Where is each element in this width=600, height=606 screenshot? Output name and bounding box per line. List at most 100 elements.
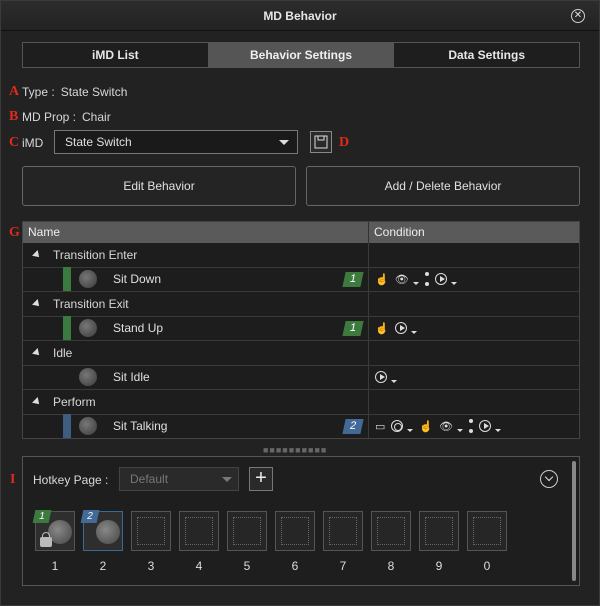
hotkey-slot-6[interactable] (275, 511, 315, 551)
group-row-perform[interactable]: Perform (23, 390, 579, 415)
slot-number: 8 (387, 559, 395, 573)
edit-behavior-button[interactable]: Edit Behavior (22, 166, 296, 206)
hand-icon[interactable]: ☝ (375, 322, 389, 335)
marker-g: G (9, 225, 20, 240)
behavior-avatar-icon (96, 520, 120, 544)
slot-number: 7 (339, 559, 347, 573)
md-prop-value: Chair (82, 110, 111, 124)
eye-icon[interactable]: 👁 (395, 273, 419, 286)
behavior-avatar-icon (79, 368, 97, 387)
table-row[interactable]: Sit Idle (23, 365, 579, 390)
chevron-down-icon (412, 281, 419, 285)
group-row-transition-enter[interactable]: Transition Enter (23, 243, 579, 268)
behavior-table: Name Condition Transition Enter Sit Down… (22, 221, 580, 439)
eye-icon[interactable]: 👁 (439, 420, 464, 433)
hotkey-slot-5[interactable] (227, 511, 267, 551)
hand-icon[interactable]: ☝ (419, 420, 433, 433)
chevron-down-icon (222, 477, 232, 482)
play-icon (394, 322, 407, 335)
collapse-triangle-icon[interactable] (32, 249, 42, 260)
play-dropdown[interactable] (375, 371, 397, 384)
play-dropdown[interactable] (434, 273, 457, 286)
chevron-down-icon (410, 330, 417, 334)
tab-data-settings[interactable]: Data Settings (394, 43, 580, 67)
hotkey-slot-4[interactable] (179, 511, 219, 551)
slot-number: 5 (243, 559, 251, 573)
status-stripe (63, 414, 71, 438)
play-icon (479, 420, 492, 433)
table-row[interactable]: Sit Talking 2 ▭ ☝ 👁 (23, 414, 579, 438)
md-prop-label: MD Prop : (22, 110, 77, 124)
marker-b: B (9, 109, 19, 124)
md-behavior-window: MD Behavior ✕ iMD List Behavior Settings… (0, 0, 600, 606)
group-label: Perform (53, 394, 96, 409)
group-row-transition-exit[interactable]: Transition Exit (23, 292, 579, 317)
add-hotkey-page-button[interactable]: + (249, 467, 273, 491)
save-icon (314, 135, 328, 149)
play-dropdown[interactable] (479, 420, 502, 433)
hotkey-badge: 1 (342, 320, 364, 336)
hotkey-badge: 1 (342, 271, 364, 287)
behavior-avatar-icon (79, 319, 97, 338)
table-row[interactable]: Sit Down 1 ☝ 👁 (23, 267, 579, 292)
tab-imd-list[interactable]: iMD List (23, 43, 209, 67)
hotkey-slot-0[interactable] (467, 511, 507, 551)
imd-dropdown[interactable]: State Switch (54, 130, 298, 154)
group-label: Transition Exit (53, 296, 129, 311)
dots-icon[interactable] (469, 419, 474, 434)
play-dropdown[interactable] (394, 322, 417, 335)
hotkey-page-dropdown[interactable]: Default (119, 467, 239, 491)
target-dropdown[interactable] (391, 420, 414, 433)
md-prop-row: MD Prop : Chair (22, 110, 111, 124)
behavior-name: Sit Talking (113, 419, 168, 434)
hotkey-slot-9[interactable] (419, 511, 459, 551)
tab-behavior-settings[interactable]: Behavior Settings (208, 43, 395, 67)
table-row[interactable]: Stand Up 1 ☝ (23, 316, 579, 341)
add-delete-behavior-button[interactable]: Add / Delete Behavior (306, 166, 580, 206)
status-stripe (63, 267, 71, 292)
lock-icon (40, 532, 52, 547)
hotkey-slot-1[interactable]: 1 (32, 510, 75, 551)
collapse-triangle-icon[interactable] (32, 347, 42, 358)
chevron-down-icon (450, 281, 457, 285)
scrollbar[interactable] (572, 461, 576, 581)
hand-icon[interactable]: ☝ (375, 273, 389, 286)
slot-number: 3 (147, 559, 155, 573)
play-icon (434, 273, 447, 286)
slot-number: 2 (99, 559, 107, 573)
dots-icon[interactable] (424, 272, 429, 287)
chevron-down-icon (407, 428, 414, 432)
expand-chevron-icon[interactable] (540, 470, 558, 488)
status-stripe (63, 316, 71, 341)
window-title: MD Behavior (1, 1, 599, 31)
slot-number: 0 (483, 559, 491, 573)
save-button[interactable] (310, 131, 332, 153)
hotkey-slot-8[interactable] (371, 511, 411, 551)
hotkey-panel: Hotkey Page : Default + 1 2 1 2 3 4 5 6 (22, 456, 580, 586)
chevron-down-icon (279, 140, 289, 145)
slot-number: 6 (291, 559, 299, 573)
group-row-idle[interactable]: Idle (23, 341, 579, 366)
hotkey-page-value: Default (130, 472, 169, 486)
column-header-name: Name (23, 222, 369, 243)
behavior-name: Sit Down (113, 272, 162, 287)
screen-icon[interactable]: ▭ (375, 420, 385, 433)
close-icon[interactable]: ✕ (571, 9, 585, 23)
slot-number: 1 (51, 559, 59, 573)
hotkey-badge: 2 (342, 418, 364, 434)
type-label: Type : (22, 85, 55, 99)
slot-number: 9 (435, 559, 443, 573)
play-icon (375, 371, 387, 384)
collapse-triangle-icon[interactable] (32, 298, 42, 309)
marker-i: I (10, 472, 16, 487)
hotkey-slot-3[interactable] (131, 511, 171, 551)
behavior-avatar-icon (79, 417, 97, 436)
hotkey-badge: 1 (32, 510, 52, 523)
splitter-handle[interactable]: ■■■■■■■■■■ (263, 445, 327, 455)
type-value: State Switch (60, 85, 128, 99)
hotkey-slot-2[interactable]: 2 (80, 510, 123, 551)
collapse-triangle-icon[interactable] (32, 396, 42, 407)
hotkey-slot-7[interactable] (323, 511, 363, 551)
marker-a: A (9, 84, 20, 99)
hotkey-badge: 2 (80, 510, 100, 523)
